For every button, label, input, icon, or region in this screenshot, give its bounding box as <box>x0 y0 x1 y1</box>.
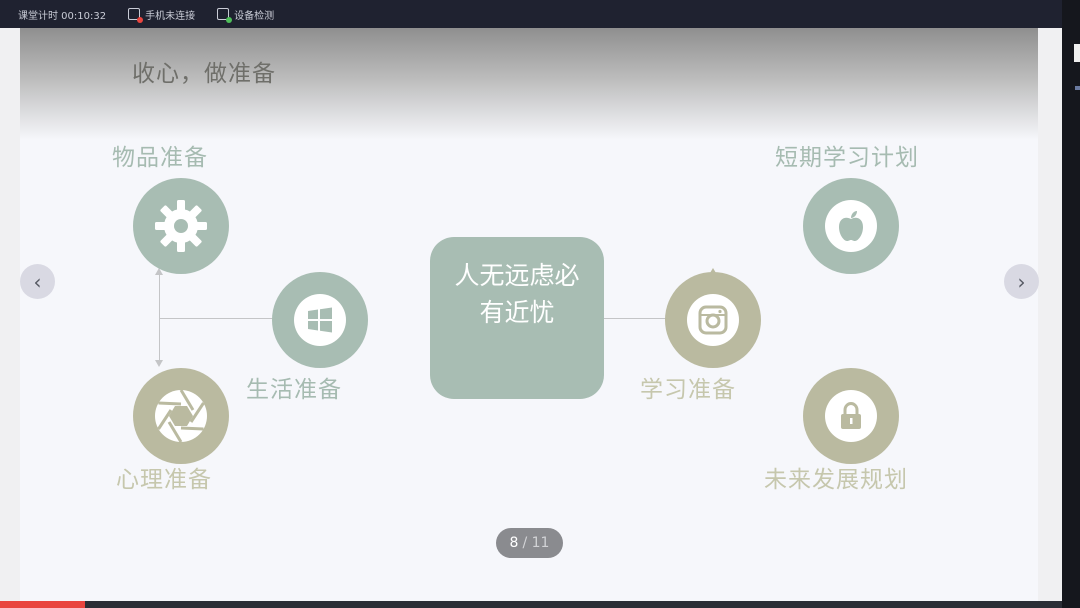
circle-xuexi[interactable] <box>665 272 761 368</box>
label-shenghuo: 生活准备 <box>246 377 342 403</box>
center-theme-box: 人无远虑必 有近忧 <box>430 237 604 399</box>
phone-icon <box>128 8 144 23</box>
slide-stage: 收心，做准备 物品准备 生活准备 心理准备 人无远虑必 有近忧 短期学习计划 学… <box>0 28 1062 601</box>
monitor-icon <box>217 8 233 23</box>
circle-weilai[interactable] <box>803 368 899 464</box>
right-side-panel <box>1062 0 1080 608</box>
arrow-down-icon <box>155 360 163 367</box>
chevron-right-icon: › <box>1017 269 1026 294</box>
device-check-button[interactable]: 设备检测 <box>217 7 275 23</box>
slide-canvas: 收心，做准备 物品准备 生活准备 心理准备 人无远虑必 有近忧 短期学习计划 学… <box>20 28 1038 601</box>
center-theme-line1: 人无远虑必 <box>454 261 580 290</box>
lock-icon-holder <box>825 390 877 442</box>
prev-slide-button[interactable]: ‹ <box>20 264 55 299</box>
slide-title: 收心，做准备 <box>132 61 276 87</box>
class-timer-text: 课堂计时 00:10:32 <box>18 10 107 22</box>
camera-icon <box>698 305 728 335</box>
windows-icon-holder <box>294 294 346 346</box>
next-slide-button[interactable]: › <box>1004 264 1039 299</box>
page-indicator: 8 / 11 <box>496 528 563 558</box>
chevron-left-icon: ‹ <box>33 269 42 294</box>
circle-wupin[interactable] <box>133 178 229 274</box>
circle-xinli[interactable] <box>133 368 229 464</box>
center-theme-line2: 有近忧 <box>479 298 555 327</box>
device-check-text: 设备检测 <box>234 10 275 22</box>
slide-progress-fill <box>0 601 85 608</box>
slide-progress-bar[interactable] <box>0 601 1062 608</box>
top-status-bar: 课堂计时 00:10:32 手机未连接 设备检测 <box>0 0 1062 28</box>
center-theme-text: 人无远虑必 有近忧 <box>430 257 604 331</box>
label-xuexi: 学习准备 <box>640 377 736 403</box>
windows-icon <box>308 307 332 333</box>
page-current: 8 <box>509 535 519 551</box>
camera-icon-holder <box>687 294 739 346</box>
class-timer: 课堂计时 00:10:32 <box>18 7 106 22</box>
connector-left-horizontal <box>159 318 275 319</box>
label-wupin: 物品准备 <box>112 145 208 171</box>
circle-shenghuo[interactable] <box>272 272 368 368</box>
apple-icon-holder <box>825 200 877 252</box>
phone-connection-button[interactable]: 手机未连接 <box>128 7 196 23</box>
gear-icon <box>155 200 207 252</box>
apple-icon <box>839 211 863 241</box>
page-total: / 11 <box>522 535 550 551</box>
label-duanqi: 短期学习计划 <box>775 145 919 171</box>
side-marker <box>1074 44 1080 62</box>
lock-icon <box>841 401 861 429</box>
connector-left-vertical <box>159 274 160 362</box>
label-xinli: 心理准备 <box>116 467 212 493</box>
circle-duanqi[interactable] <box>803 178 899 274</box>
aperture-icon <box>155 389 207 443</box>
phone-status-text: 手机未连接 <box>145 10 196 22</box>
side-marker-small <box>1075 86 1080 90</box>
label-weilai: 未来发展规划 <box>764 467 908 493</box>
